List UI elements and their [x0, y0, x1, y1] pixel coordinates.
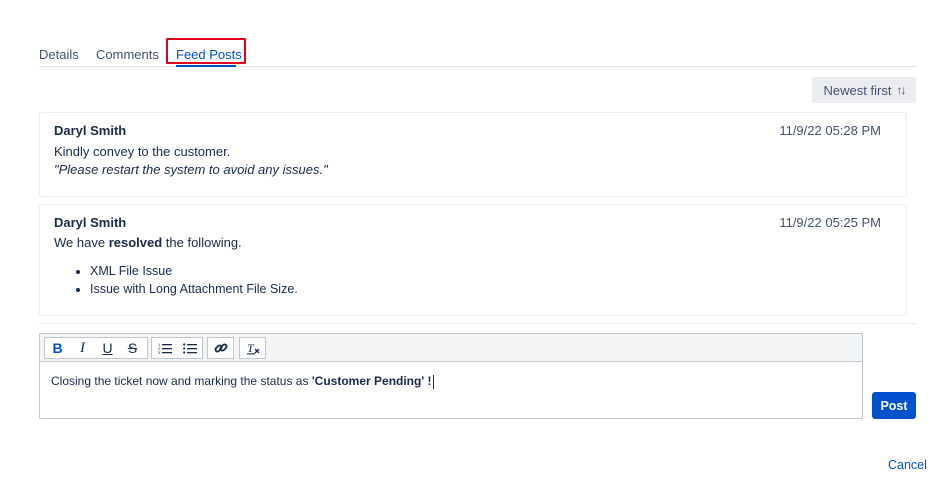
- numbered-list-icon[interactable]: 123: [152, 338, 177, 358]
- post-quote: "Please restart the system to avoid any …: [54, 162, 328, 177]
- post-text-after: the following.: [162, 235, 242, 250]
- post-bullet-list: XML File Issue Issue with Long Attachmen…: [76, 262, 298, 298]
- text-caret: [432, 374, 434, 389]
- editor-text-area[interactable]: Closing the ticket now and marking the s…: [51, 374, 434, 389]
- clear-formatting-icon[interactable]: T: [240, 338, 265, 358]
- svg-text:T: T: [247, 341, 255, 355]
- tab-comments[interactable]: Comments: [96, 47, 159, 62]
- link-icon[interactable]: [208, 338, 233, 358]
- active-tab-indicator: [176, 65, 236, 67]
- editor-text: Closing the ticket now and marking the s…: [51, 374, 312, 388]
- post-author: Daryl Smith: [54, 123, 127, 138]
- sort-label: Newest first: [823, 82, 892, 98]
- sort-arrows-icon: ↑↓: [896, 83, 906, 97]
- rich-text-editor[interactable]: B I U S 123 T Closing the ticket now and…: [39, 333, 863, 419]
- divider: [39, 323, 917, 324]
- bold-button[interactable]: B: [45, 338, 70, 358]
- post-text-bold: resolved: [108, 235, 163, 250]
- post-author: Daryl Smith: [54, 215, 127, 230]
- post-button[interactable]: Post: [872, 392, 916, 419]
- text-format-group: B I U S: [44, 337, 148, 359]
- clear-format-group: T: [239, 337, 266, 359]
- strikethrough-button[interactable]: S: [120, 338, 145, 358]
- tab-bar: Details Comments Feed Posts: [39, 38, 917, 67]
- bulleted-list-icon[interactable]: [177, 338, 202, 358]
- svg-text:3: 3: [158, 350, 161, 354]
- list-item: Issue with Long Attachment File Size.: [90, 280, 298, 298]
- list-item: XML File Issue: [90, 262, 298, 280]
- sort-order-button[interactable]: Newest first ↑↓: [812, 77, 916, 103]
- editor-toolbar: B I U S 123 T: [40, 334, 862, 362]
- underline-button[interactable]: U: [95, 338, 120, 358]
- link-group: [207, 337, 234, 359]
- post-text: Kindly convey to the customer.: [54, 144, 231, 159]
- post-timestamp: 11/9/22 05:25 PM: [779, 215, 881, 230]
- feed-post: Daryl Smith 11/9/22 05:28 PM Kindly conv…: [39, 112, 907, 197]
- list-format-group: 123: [151, 337, 203, 359]
- tab-details[interactable]: Details: [39, 47, 79, 62]
- post-timestamp: 11/9/22 05:28 PM: [779, 123, 881, 138]
- editor-text-bold: 'Customer Pending' !: [311, 374, 432, 388]
- cancel-link[interactable]: Cancel: [888, 458, 927, 472]
- tab-feed-posts[interactable]: Feed Posts: [176, 47, 242, 62]
- post-text: We have resolved the following.: [54, 235, 242, 250]
- feed-post: Daryl Smith 11/9/22 05:25 PM We have res…: [39, 204, 907, 316]
- italic-button[interactable]: I: [70, 338, 95, 358]
- post-text-before: We have: [54, 235, 109, 250]
